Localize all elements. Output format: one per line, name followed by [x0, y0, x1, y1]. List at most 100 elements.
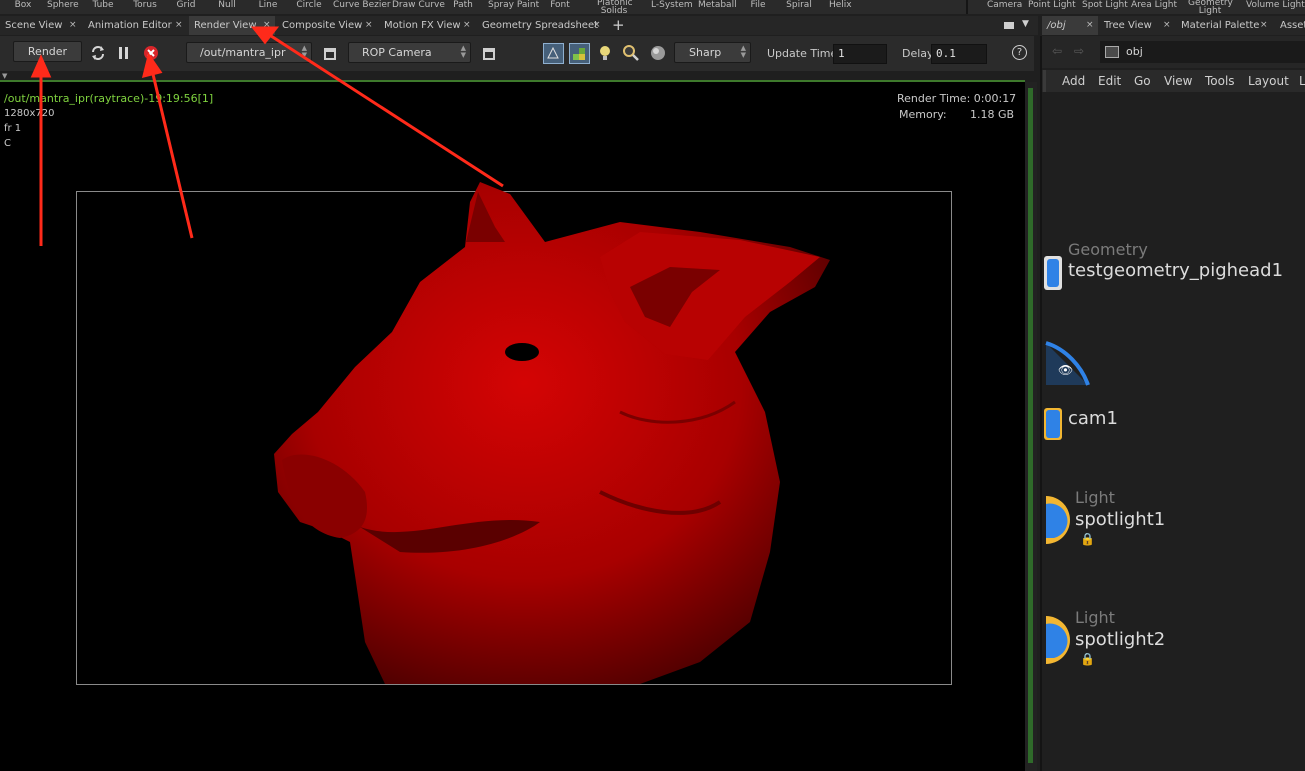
spotlight2-node-icon[interactable] — [1044, 614, 1070, 666]
shelf-tool-point-light[interactable]: Point Light — [1028, 0, 1076, 14]
close-icon[interactable]: × — [593, 16, 601, 35]
geometry-node-icon[interactable] — [1044, 256, 1062, 290]
tab-label: Material Palette — [1181, 20, 1260, 31]
shelf-tool-box[interactable]: Box — [13, 0, 33, 14]
pause-icon[interactable] — [118, 46, 130, 60]
lock-icon[interactable]: 🔒 — [1080, 652, 1095, 666]
scrollbar-thumb[interactable] — [1028, 88, 1033, 763]
shelf-tool-font[interactable]: Font — [549, 0, 571, 14]
dropdown-arrows-icon: ▲ ▼ — [301, 44, 307, 59]
menu-view[interactable]: View — [1164, 74, 1192, 88]
close-icon[interactable]: × — [365, 16, 373, 35]
tab-asset[interactable]: Asset — [1275, 16, 1305, 35]
shelf-tool-file[interactable]: File — [750, 0, 766, 14]
shelf-tool-line[interactable]: Line — [258, 0, 278, 14]
help-icon[interactable]: ? — [1012, 45, 1027, 60]
spotlight1-node-icon[interactable] — [1044, 494, 1070, 546]
tab-label: Asset — [1280, 20, 1305, 31]
light-bulb-icon[interactable] — [598, 45, 612, 62]
node-name-testgeometry-pighead1[interactable]: testgeometry_pighead1 — [1068, 260, 1283, 281]
tab-label: Scene View — [5, 20, 63, 31]
shelf-tool-path[interactable]: Path — [453, 0, 473, 14]
lock-icon[interactable]: 🔒 — [1080, 532, 1095, 546]
shelf-toolbar: Box Sphere Tube Torus Grid Null Line Cir… — [0, 0, 1305, 16]
menu-grip — [1043, 70, 1046, 92]
close-icon[interactable]: × — [175, 16, 183, 35]
tab-animation-editor[interactable]: Animation Editor × — [83, 16, 186, 35]
viewport-scrollbar[interactable] — [1025, 82, 1037, 771]
close-icon[interactable]: × — [69, 16, 77, 35]
shelf-tool-sphere[interactable]: Sphere — [47, 0, 79, 14]
preview-quality-dropdown[interactable]: Sharp ▲ ▼ — [674, 42, 751, 63]
menu-add[interactable]: Add — [1062, 74, 1085, 88]
node-name-spotlight1[interactable]: spotlight1 — [1075, 509, 1165, 530]
node-name-cam1[interactable]: cam1 — [1068, 408, 1118, 429]
pane-layout-icon[interactable] — [1004, 22, 1014, 29]
tab-tree-view[interactable]: Tree View × — [1099, 16, 1175, 35]
shelf-tool-platonic-solids[interactable]: Platonic Solids — [597, 0, 633, 16]
shelf-tool-metaball[interactable]: Metaball — [698, 0, 737, 14]
zoom-icon[interactable] — [623, 45, 639, 61]
tab-motion-fx-view[interactable]: Motion FX View × — [379, 16, 474, 35]
rop-jump-icon[interactable] — [324, 48, 336, 60]
tab-scene-view[interactable]: Scene View × — [0, 16, 80, 35]
left-tab-row: Scene View × Animation Editor × Render V… — [0, 16, 1038, 35]
menu-tools[interactable]: Tools — [1205, 74, 1235, 88]
render-viewport[interactable]: /out/mantra_ipr(raytrace)-19:19:56[1] 12… — [0, 82, 1025, 771]
shelf-tool-helix[interactable]: Helix — [829, 0, 852, 14]
shelf-tool-draw-curve[interactable]: Draw Curve — [392, 0, 445, 14]
shelf-tool-circle[interactable]: Circle — [296, 0, 322, 14]
shelf-tool-null[interactable]: Null — [217, 0, 237, 14]
tab-label: Geometry Spreadsheet — [482, 20, 599, 31]
shelf-tool-volume-light[interactable]: Volume Light — [1246, 0, 1305, 14]
rop-path-dropdown[interactable]: /out/mantra_ipr ▲ ▼ — [186, 42, 312, 63]
tab-geometry-spreadsheet[interactable]: Geometry Spreadsheet × — [477, 16, 605, 35]
shelf-tool-tube[interactable]: Tube — [92, 0, 114, 14]
close-icon[interactable]: × — [263, 16, 271, 35]
path-field[interactable]: obj — [1100, 41, 1305, 63]
camera-jump-icon[interactable] — [483, 48, 495, 60]
close-icon[interactable]: × — [1260, 16, 1268, 35]
tab-composite-view[interactable]: Composite View × — [277, 16, 376, 35]
stop-render-icon[interactable] — [143, 45, 159, 61]
camera-frustum-icon[interactable]: 👁 — [1044, 341, 1094, 391]
color-correct-icon[interactable] — [569, 43, 590, 64]
menu-go[interactable]: Go — [1134, 74, 1151, 88]
update-time-field[interactable]: 1 — [833, 44, 887, 64]
shelf-tool-torus[interactable]: Torus — [132, 0, 158, 14]
delay-field[interactable]: 0.1 — [931, 44, 987, 64]
update-time-label: Update Time — [767, 47, 838, 60]
menu-labels[interactable]: La — [1299, 74, 1305, 88]
menu-edit[interactable]: Edit — [1098, 74, 1121, 88]
shelf-tool-spiral[interactable]: Spiral — [786, 0, 812, 14]
shelf-tool-geometry-light[interactable]: Geometry Light — [1188, 0, 1233, 16]
node-name-spotlight2[interactable]: spotlight2 — [1075, 629, 1165, 650]
shelf-tool-curve-bezier[interactable]: Curve Bezier — [333, 0, 391, 14]
tab-material-palette[interactable]: Material Palette × — [1176, 16, 1272, 35]
forward-arrow-icon[interactable]: ⇨ — [1074, 44, 1084, 58]
render-info-title: /out/mantra_ipr(raytrace)-19:19:56[1] — [4, 92, 214, 105]
close-icon[interactable]: × — [1086, 16, 1094, 35]
shelf-tool-spray-paint[interactable]: Spray Paint — [488, 0, 539, 14]
shelf-tool-grid[interactable]: Grid — [176, 0, 196, 14]
add-tab-icon[interactable]: + — [612, 16, 625, 34]
refresh-icon[interactable] — [90, 45, 106, 61]
close-icon[interactable]: × — [463, 16, 471, 35]
camera-value: ROP Camera — [362, 46, 432, 59]
cam1-node-icon[interactable] — [1044, 408, 1062, 440]
back-arrow-icon[interactable]: ⇦ — [1052, 44, 1062, 58]
tab-obj[interactable]: /obj × — [1042, 16, 1098, 35]
shelf-tool-l-system[interactable]: L-System — [651, 0, 693, 14]
menu-layout[interactable]: Layout — [1248, 74, 1289, 88]
render-button[interactable]: Render — [13, 41, 82, 62]
tab-render-view[interactable]: Render View × — [189, 16, 275, 35]
shelf-tool-camera[interactable]: Camera — [987, 0, 1022, 14]
sphere-preview-icon[interactable] — [650, 45, 666, 61]
close-icon[interactable]: × — [1163, 16, 1171, 35]
camera-dropdown[interactable]: ROP Camera ▲ ▼ — [348, 42, 471, 63]
pane-menu-arrow-icon[interactable]: ▼ — [1022, 19, 1029, 29]
shelf-tool-spot-light[interactable]: Spot Light — [1082, 0, 1128, 14]
preview-mode-icon[interactable] — [543, 43, 564, 64]
shelf-tool-area-light[interactable]: Area Light — [1131, 0, 1177, 14]
collapse-toolbar-icon[interactable]: ▼ — [2, 72, 7, 80]
